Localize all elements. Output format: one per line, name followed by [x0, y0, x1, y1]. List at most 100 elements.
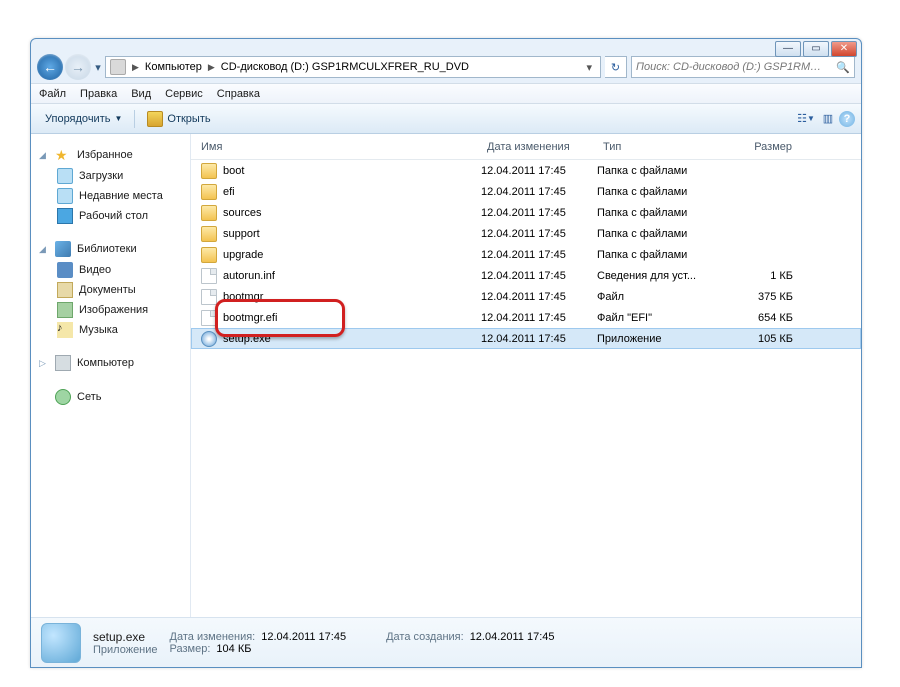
search-box[interactable]: Поиск: CD-дисковод (D:) GSP1RMCU... 🔍 [631, 56, 855, 78]
file-list: Имя Дата изменения Тип Размер boot12.04.… [191, 134, 861, 617]
col-type[interactable]: Тип [597, 137, 723, 157]
sidebar-favorites[interactable]: ◢ ★ Избранное [37, 144, 184, 166]
crumb-dropdown-icon[interactable]: ▾ [582, 61, 596, 74]
open-icon [147, 111, 163, 127]
desktop-icon [57, 208, 73, 224]
folder-icon [201, 205, 217, 221]
crumb-sep-icon[interactable]: ▶ [130, 62, 141, 73]
details-name: setup.exe [93, 630, 158, 644]
folder-icon [201, 247, 217, 263]
close-button[interactable]: ✕ [831, 41, 857, 57]
sidebar-pictures[interactable]: Изображения [37, 300, 184, 320]
details-size: 104 КБ [216, 643, 251, 655]
help-button[interactable]: ? [839, 111, 855, 127]
file-row[interactable]: efi12.04.2011 17:45Папка с файлами [191, 181, 861, 202]
view-button[interactable]: ☷ ▼ [795, 108, 817, 130]
organize-button[interactable]: Упорядочить ▼ [37, 111, 130, 127]
file-row[interactable]: boot12.04.2011 17:45Папка с файлами [191, 160, 861, 181]
explorer-window: — ▭ ✕ ← → ▾ ▶ Компьютер ▶ CD-дисковод (D… [30, 38, 862, 668]
open-label: Открыть [167, 113, 210, 125]
col-name[interactable]: Имя [191, 137, 481, 157]
file-date: 12.04.2011 17:45 [481, 165, 597, 177]
column-headers: Имя Дата изменения Тип Размер [191, 134, 861, 160]
sidebar-videos[interactable]: Видео [37, 260, 184, 280]
file-row[interactable]: autorun.inf12.04.2011 17:45Сведения для … [191, 265, 861, 286]
sidebar-desktop[interactable]: Рабочий стол [37, 206, 184, 226]
organize-label: Упорядочить [45, 113, 110, 125]
history-dropdown[interactable]: ▾ [91, 61, 105, 74]
file-icon [201, 289, 217, 305]
menu-file[interactable]: Файл [39, 88, 66, 100]
col-date[interactable]: Дата изменения [481, 137, 597, 157]
file-name: support [223, 228, 260, 240]
video-icon [57, 262, 73, 278]
computer-label: Компьютер [77, 357, 134, 369]
sidebar-downloads[interactable]: Загрузки [37, 166, 184, 186]
crumb-drive[interactable]: CD-дисковод (D:) GSP1RMCULXFRER_RU_DVD [217, 61, 473, 73]
pictures-icon [57, 302, 73, 318]
file-date: 12.04.2011 17:45 [481, 333, 597, 345]
details-mod-label: Дата изменения: [170, 631, 256, 643]
drive-icon [110, 59, 126, 75]
menu-edit[interactable]: Правка [80, 88, 117, 100]
crumb-sep-icon[interactable]: ▶ [206, 62, 217, 73]
address-bar[interactable]: ▶ Компьютер ▶ CD-дисковод (D:) GSP1RMCUL… [105, 56, 601, 78]
max-button[interactable]: ▭ [803, 41, 829, 57]
file-name: autorun.inf [223, 270, 275, 282]
forward-button[interactable]: → [65, 54, 91, 80]
file-row[interactable]: sources12.04.2011 17:45Папка с файлами [191, 202, 861, 223]
command-bar: Упорядочить ▼ Открыть ☷ ▼ ▥ ? [31, 104, 861, 134]
star-icon: ★ [55, 147, 71, 163]
min-button[interactable]: — [775, 41, 801, 57]
disc-icon [201, 331, 217, 347]
crumb-computer[interactable]: Компьютер [141, 61, 206, 73]
file-row[interactable]: upgrade12.04.2011 17:45Папка с файлами [191, 244, 861, 265]
network-icon [55, 389, 71, 405]
libraries-icon [55, 241, 71, 257]
back-button[interactable]: ← [37, 54, 63, 80]
sidebar-documents[interactable]: Документы [37, 280, 184, 300]
music-icon: ♪ [57, 322, 73, 338]
col-size[interactable]: Размер [723, 137, 803, 157]
folder-icon [201, 184, 217, 200]
document-icon [57, 282, 73, 298]
chevron-down-icon: ▼ [114, 114, 122, 123]
sidebar-network[interactable]: ▷ Сеть [37, 386, 184, 408]
details-mod: 12.04.2011 17:45 [261, 631, 346, 643]
menu-view[interactable]: Вид [131, 88, 151, 100]
menu-tools[interactable]: Сервис [165, 88, 203, 100]
titlebar[interactable]: — ▭ ✕ [31, 39, 861, 51]
details-created-label: Дата создания: [386, 631, 464, 643]
file-row[interactable]: bootmgr.efi12.04.2011 17:45Файл "EFI"654… [191, 307, 861, 328]
file-date: 12.04.2011 17:45 [481, 291, 597, 303]
collapse-icon: ◢ [39, 244, 49, 255]
file-row[interactable]: support12.04.2011 17:45Папка с файлами [191, 223, 861, 244]
file-size: 1 КБ [723, 270, 803, 282]
file-icon [201, 310, 217, 326]
sidebar-recent[interactable]: Недавние места [37, 186, 184, 206]
menu-bar: Файл Правка Вид Сервис Справка [31, 83, 861, 104]
file-date: 12.04.2011 17:45 [481, 312, 597, 324]
details-icon [41, 623, 81, 663]
collapse-icon: ◢ [39, 150, 49, 161]
open-button[interactable]: Открыть [139, 109, 218, 129]
file-row[interactable]: bootmgr12.04.2011 17:45Файл375 КБ [191, 286, 861, 307]
file-row[interactable]: setup.exe12.04.2011 17:45Приложение105 К… [191, 328, 861, 349]
refresh-button[interactable]: ↻ [605, 56, 627, 78]
file-name: bootmgr.efi [223, 312, 277, 324]
preview-pane-button[interactable]: ▥ [817, 108, 839, 130]
sidebar-music[interactable]: ♪Музыка [37, 320, 184, 340]
expand-icon: ▷ [39, 358, 49, 369]
file-size: 105 КБ [723, 333, 803, 345]
file-size: 375 КБ [723, 291, 803, 303]
file-size: 654 КБ [723, 312, 803, 324]
sidebar-computer[interactable]: ▷ Компьютер [37, 352, 184, 374]
details-pane: setup.exe Приложение Дата изменения:12.0… [31, 617, 861, 667]
file-type: Сведения для уст... [597, 270, 723, 282]
nav-pane: ◢ ★ Избранное Загрузки Недавние места Ра… [31, 134, 191, 617]
file-type: Папка с файлами [597, 186, 723, 198]
file-icon [201, 268, 217, 284]
sidebar-libraries[interactable]: ◢ Библиотеки [37, 238, 184, 260]
file-name: efi [223, 186, 235, 198]
menu-help[interactable]: Справка [217, 88, 260, 100]
